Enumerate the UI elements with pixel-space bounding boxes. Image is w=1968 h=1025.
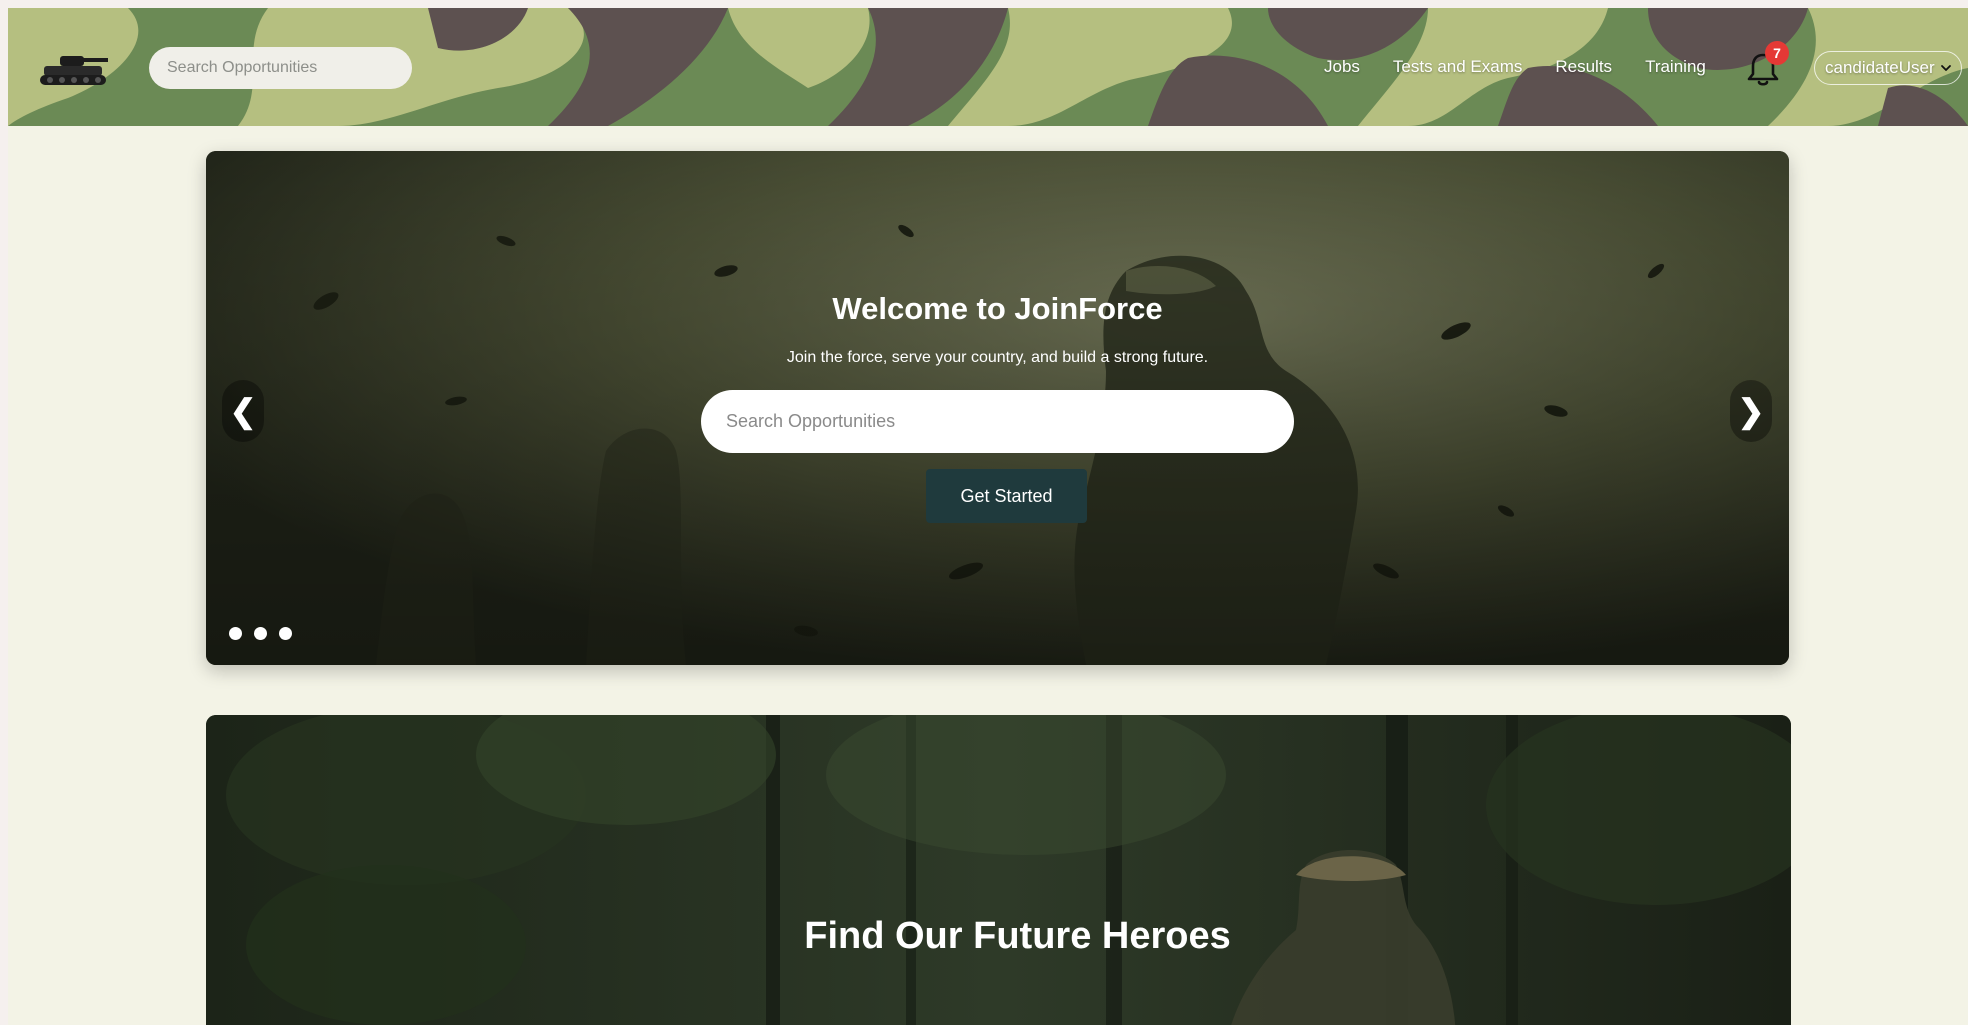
heroes-banner: Find Our Future Heroes xyxy=(206,715,1791,1025)
navbar: Jobs Tests and Exams Results Training 7 … xyxy=(8,8,1968,126)
carousel-dot-3[interactable] xyxy=(279,627,292,640)
nav-search-input[interactable] xyxy=(149,47,412,89)
carousel-indicators xyxy=(229,627,292,640)
user-name: candidateUser xyxy=(1825,58,1935,77)
chevron-down-icon xyxy=(1941,65,1951,71)
hero-subtitle: Join the force, serve your country, and … xyxy=(786,349,1209,366)
chevron-right-icon: ❯ xyxy=(1737,393,1765,429)
notification-badge: 7 xyxy=(1765,41,1789,65)
carousel-dot-1[interactable] xyxy=(229,627,242,640)
user-menu-dropdown[interactable]: candidateUser xyxy=(1814,51,1962,85)
carousel-next-button[interactable]: ❯ xyxy=(1730,380,1772,442)
nav-link-tests-and-exams[interactable]: Tests and Exams xyxy=(1393,57,1522,77)
carousel-dot-2[interactable] xyxy=(254,627,267,640)
nav-link-results[interactable]: Results xyxy=(1555,57,1612,77)
get-started-button[interactable]: Get Started xyxy=(926,469,1087,523)
nav-links: Jobs Tests and Exams Results Training xyxy=(1324,8,1739,126)
nav-link-training[interactable]: Training xyxy=(1645,57,1706,77)
page: Jobs Tests and Exams Results Training 7 … xyxy=(8,8,1968,1025)
hero-title: Welcome to JoinForce xyxy=(832,291,1163,326)
banner-background-image xyxy=(206,715,1791,1025)
chevron-left-icon: ❮ xyxy=(229,393,257,429)
tank-icon[interactable] xyxy=(38,48,110,88)
hero-search-input[interactable] xyxy=(701,390,1294,453)
carousel-prev-button[interactable]: ❮ xyxy=(222,380,264,442)
hero-carousel: Welcome to JoinForce Join the force, ser… xyxy=(206,151,1789,665)
nav-link-jobs[interactable]: Jobs xyxy=(1324,57,1360,77)
banner-title: Find Our Future Heroes xyxy=(804,915,1231,957)
